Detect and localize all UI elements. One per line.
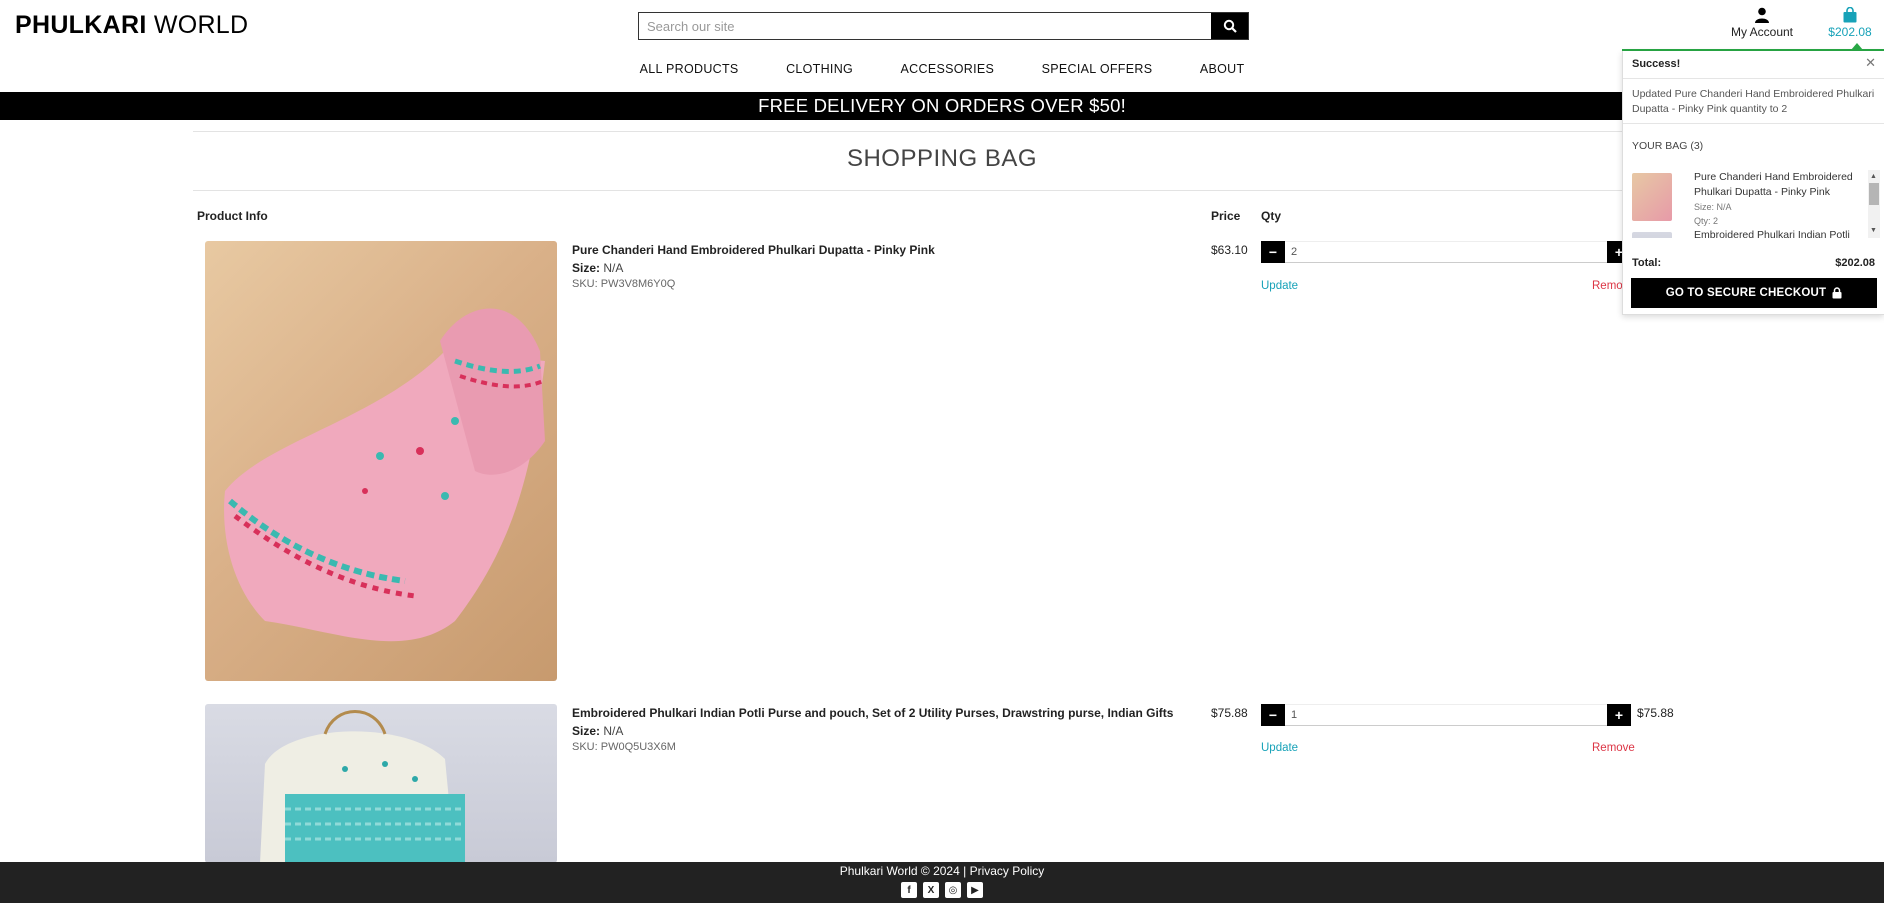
- product-name: Embroidered Phulkari Indian Potli Purse …: [572, 706, 1174, 720]
- nav-accessories[interactable]: ACCESSORIES: [901, 62, 995, 76]
- close-icon[interactable]: ✕: [1865, 55, 1876, 71]
- nav-about[interactable]: ABOUT: [1200, 62, 1245, 76]
- divider: [193, 131, 1636, 132]
- privacy-policy-link[interactable]: Privacy Policy: [970, 864, 1045, 878]
- product-name: Pure Chanderi Hand Embroidered Phulkari …: [572, 243, 935, 257]
- toast-title: Success!: [1632, 58, 1681, 70]
- toast-total-label: Total:: [1632, 257, 1662, 269]
- product-size-label: Size:: [572, 724, 601, 738]
- divider: [1623, 78, 1884, 79]
- nav-all-products[interactable]: ALL PRODUCTS: [640, 62, 739, 76]
- scrollbar-thumb[interactable]: [1869, 183, 1879, 205]
- toast-bag-heading: YOUR BAG (3): [1632, 140, 1704, 152]
- site-footer: Phulkari World © 2024 | Privacy Policy f…: [0, 862, 1884, 903]
- lock-icon: [1832, 287, 1842, 299]
- product-size: Size: N/A: [572, 261, 623, 275]
- search-input[interactable]: [639, 13, 1211, 39]
- main-nav: ALL PRODUCTS CLOTHING ACCESSORIES SPECIA…: [0, 62, 1884, 76]
- shopping-bag-link[interactable]: $202.08: [1822, 7, 1878, 39]
- toast-item-name: Embroidered Phulkari Indian Potli: [1694, 229, 1850, 238]
- product-size-value: N/A: [603, 724, 624, 738]
- column-header-qty: Qty: [1261, 209, 1282, 223]
- product-subtotal: $75.88: [1637, 706, 1674, 720]
- product-price: $63.10: [1211, 243, 1248, 257]
- checkout-label: GO TO SECURE CHECKOUT: [1665, 287, 1827, 299]
- footer-copyright: Phulkari World © 2024 |: [839, 864, 967, 878]
- quantity-input[interactable]: [1285, 704, 1607, 726]
- toast-message: Updated Pure Chanderi Hand Embroidered P…: [1632, 88, 1875, 115]
- social-icons: f X ◎ ▶: [0, 882, 1884, 898]
- success-toast: Success! ✕ Updated Pure Chanderi Hand Em…: [1622, 43, 1884, 315]
- search-icon: [1223, 19, 1237, 33]
- logo-rest: WORLD: [153, 11, 249, 39]
- remove-link[interactable]: Remove: [1592, 742, 1635, 754]
- product-price: $75.88: [1211, 706, 1248, 720]
- product-image-potli: [205, 704, 557, 863]
- scroll-down-icon[interactable]: ▼: [1870, 227, 1877, 234]
- quantity-stepper: − +: [1261, 704, 1631, 726]
- instagram-icon[interactable]: ◎: [945, 882, 961, 898]
- my-account-label: My Account: [1730, 25, 1794, 39]
- scroll-up-icon[interactable]: ▲: [1870, 173, 1877, 180]
- user-icon: [1755, 7, 1769, 23]
- product-image-dupatta: [205, 241, 557, 681]
- update-link[interactable]: Update: [1261, 280, 1298, 292]
- search-form: [638, 12, 1249, 40]
- product-size: Size: N/A: [572, 724, 623, 738]
- divider: [193, 190, 1636, 191]
- toast-item-name: Pure Chanderi Hand Embroidered Phulkari …: [1694, 171, 1853, 198]
- x-twitter-icon[interactable]: X: [923, 882, 939, 898]
- quantity-input[interactable]: [1285, 241, 1607, 263]
- shopping-bag-icon: [1843, 7, 1857, 23]
- youtube-icon[interactable]: ▶: [967, 882, 983, 898]
- toast-bag-items[interactable]: Pure Chanderi Hand Embroidered Phulkari …: [1632, 170, 1872, 238]
- product-size-label: Size:: [572, 261, 601, 275]
- toast-item-thumbnail: [1632, 173, 1672, 221]
- toast-arrow: [1851, 43, 1863, 50]
- secure-checkout-button[interactable]: GO TO SECURE CHECKOUT: [1631, 278, 1877, 308]
- product-sku: SKU: PW3V8M6Y0Q: [572, 278, 676, 290]
- toast-scrollbar[interactable]: ▲ ▼: [1868, 170, 1880, 238]
- toast-total-value: $202.08: [1835, 257, 1875, 269]
- page-title: SHOPPING BAG: [846, 145, 1038, 172]
- my-account-link[interactable]: My Account: [1722, 7, 1802, 39]
- column-header-price: Price: [1211, 209, 1241, 223]
- nav-clothing[interactable]: CLOTHING: [786, 62, 853, 76]
- divider: [1623, 123, 1884, 124]
- facebook-icon[interactable]: f: [901, 882, 917, 898]
- product-sku: SKU: PW0Q5U3X6M: [572, 741, 676, 753]
- free-delivery-banner: FREE DELIVERY ON ORDERS OVER $50!: [0, 92, 1884, 120]
- footer-copyright-line: Phulkari World © 2024 | Privacy Policy: [0, 862, 1884, 878]
- increment-qty-button[interactable]: +: [1607, 704, 1631, 726]
- toast-item-qty: Qty: 2: [1694, 216, 1719, 226]
- decrement-qty-button[interactable]: −: [1261, 704, 1285, 726]
- decrement-qty-button[interactable]: −: [1261, 241, 1285, 263]
- quantity-stepper: − +: [1261, 241, 1631, 263]
- search-button[interactable]: [1211, 13, 1248, 39]
- nav-special-offers[interactable]: SPECIAL OFFERS: [1042, 62, 1153, 76]
- bag-total-amount: $202.08: [1828, 25, 1872, 39]
- product-size-value: N/A: [603, 261, 624, 275]
- site-logo[interactable]: PHULKARI WORLD: [15, 11, 248, 40]
- column-header-product-info: Product Info: [197, 209, 268, 223]
- update-link[interactable]: Update: [1261, 742, 1298, 754]
- logo-bold: PHULKARI: [15, 11, 147, 39]
- toast-item-thumbnail: [1632, 232, 1672, 238]
- toast-item-size: Size: N/A: [1694, 202, 1732, 212]
